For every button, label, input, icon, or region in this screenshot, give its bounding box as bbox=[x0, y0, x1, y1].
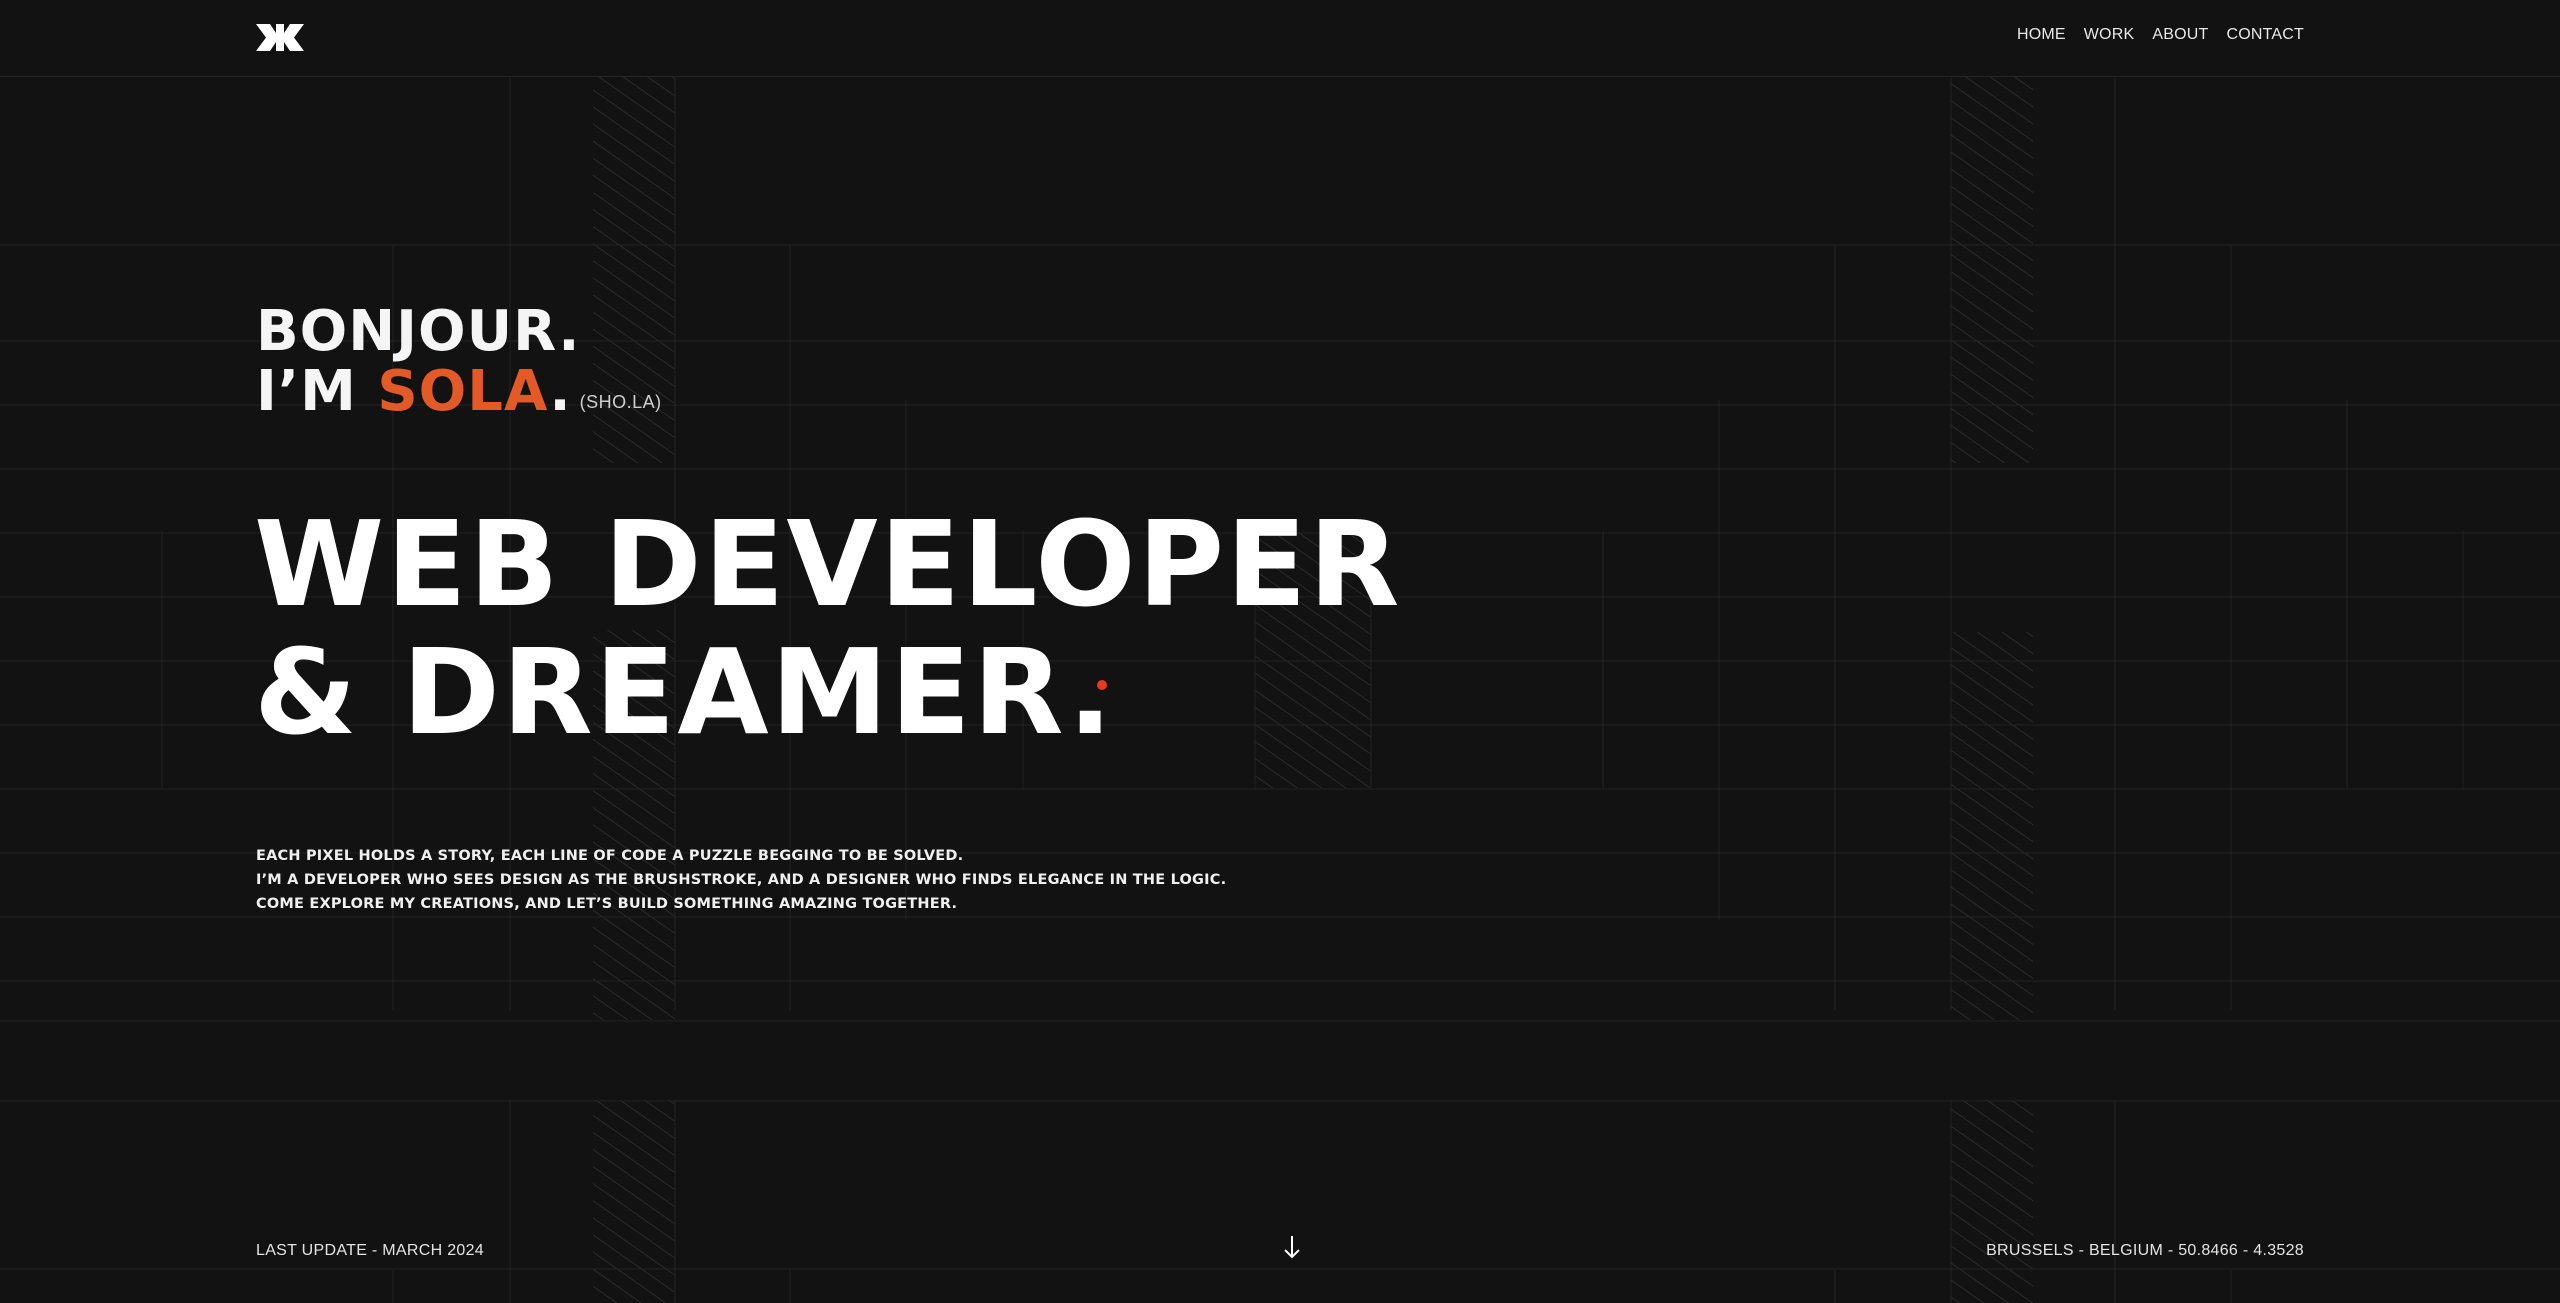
name-pronunciation: (SHO.LA) bbox=[579, 392, 662, 412]
nav-contact-link[interactable]: CONTACT bbox=[2226, 26, 2304, 44]
name-period: . bbox=[549, 359, 572, 424]
monogram-logo-icon bbox=[256, 24, 304, 51]
site-header: HOME WORK ABOUT CONTACT bbox=[0, 0, 2560, 77]
hero-greeting: BONJOUR. I’M SOLA. (SHO.LA) bbox=[256, 302, 662, 432]
intro-prefix: I’M bbox=[256, 359, 357, 424]
main-nav: HOME WORK ABOUT CONTACT bbox=[2017, 26, 2304, 44]
bio-line-1: EACH PIXEL HOLDS A STORY, EACH LINE OF C… bbox=[256, 848, 964, 864]
greeting-text: BONJOUR. bbox=[256, 299, 581, 364]
hero-bio: EACH PIXEL HOLDS A STORY, EACH LINE OF C… bbox=[256, 844, 1226, 916]
bio-line-3: COME EXPLORE MY CREATIONS, AND LET’S BUI… bbox=[256, 896, 958, 912]
page: HOME WORK ABOUT CONTACT BONJOUR. I’M SOL… bbox=[0, 0, 2560, 1303]
location-coordinates: BRUSSELS - BELGIUM - 50.8466 - 4.3528 bbox=[1986, 1242, 2304, 1259]
bio-line-2: I’M A DEVELOPER WHO SEES DESIGN AS THE B… bbox=[256, 872, 1227, 888]
headline-line-2: & DREAMER. bbox=[254, 623, 1115, 761]
cursor-dot bbox=[1097, 680, 1107, 690]
arrow-down-icon bbox=[1284, 1236, 1300, 1259]
hatch-block bbox=[1951, 1100, 2033, 1303]
nav-home-link[interactable]: HOME bbox=[2017, 26, 2066, 44]
headline-line-1: WEB DEVELOPER bbox=[254, 495, 1402, 633]
nav-about-link[interactable]: ABOUT bbox=[2152, 26, 2208, 44]
hatch-block bbox=[1951, 632, 2033, 1020]
last-update-text: LAST UPDATE - MARCH 2024 bbox=[256, 1242, 485, 1259]
hatch-block bbox=[1951, 77, 2033, 463]
hero-headline: WEB DEVELOPER & DREAMER. bbox=[254, 500, 1402, 756]
nav-work-link[interactable]: WORK bbox=[2084, 26, 2135, 44]
hatch-block bbox=[593, 1100, 675, 1303]
hero-name: SOLA bbox=[377, 359, 550, 424]
intro-line: I’M SOLA. (SHO.LA) bbox=[256, 362, 662, 432]
